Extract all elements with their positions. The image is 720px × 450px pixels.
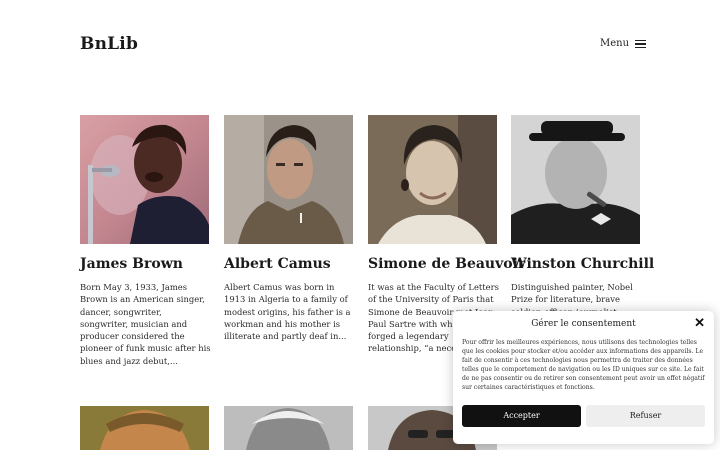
portrait-image[interactable] bbox=[80, 115, 209, 244]
portrait-image[interactable] bbox=[368, 115, 497, 244]
card-title[interactable]: Winston Churchill bbox=[511, 256, 654, 272]
bio-card[interactable]: Simone de Beauvoir It was at the Faculty… bbox=[368, 115, 525, 353]
close-icon[interactable]: ✕ bbox=[694, 316, 705, 331]
accept-button[interactable]: Accepter bbox=[462, 405, 581, 427]
hamburger-icon bbox=[635, 39, 647, 48]
card-title[interactable]: Albert Camus bbox=[224, 256, 331, 272]
consent-title: Gérer le consentement bbox=[531, 319, 636, 329]
site-logo[interactable]: BnLib bbox=[80, 34, 138, 54]
portrait-image[interactable] bbox=[80, 406, 209, 450]
consent-text: Pour offrir les meilleures expériences, … bbox=[462, 339, 705, 392]
portrait-image[interactable] bbox=[224, 406, 353, 450]
bio-card[interactable]: Winston Churchill Distinguished painter,… bbox=[511, 115, 654, 329]
card-title[interactable]: James Brown bbox=[80, 256, 183, 272]
bio-card[interactable]: Albert Camus Albert Camus was born in 19… bbox=[224, 115, 354, 341]
card-excerpt: Born May 3, 1933, James Brown is an Amer… bbox=[80, 282, 211, 366]
card-title[interactable]: Simone de Beauvoir bbox=[368, 256, 525, 272]
bio-card[interactable]: James Brown Born May 3, 1933, James Brow… bbox=[80, 115, 211, 366]
refuse-button[interactable]: Refuser bbox=[586, 405, 705, 427]
menu-button[interactable]: Menu bbox=[600, 38, 647, 49]
cookie-consent-dialog: Gérer le consentement ✕ Pour offrir les … bbox=[453, 311, 714, 444]
portrait-image[interactable] bbox=[511, 115, 640, 244]
card-excerpt: Albert Camus was born in 1913 in Algeria… bbox=[224, 282, 351, 342]
menu-label: Menu bbox=[600, 38, 630, 49]
portrait-image[interactable] bbox=[224, 115, 353, 244]
